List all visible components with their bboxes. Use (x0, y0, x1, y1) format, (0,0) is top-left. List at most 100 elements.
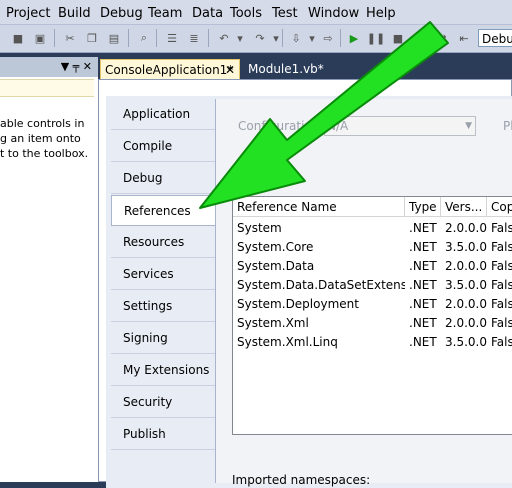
menu-test[interactable]: Test (272, 6, 298, 21)
toolbar-separator (54, 29, 55, 47)
reference-version-cell: 2.0.0.0 (445, 259, 487, 273)
solution-configuration-select[interactable]: Debug (478, 29, 512, 47)
sidebar-item-references[interactable]: References (111, 195, 215, 226)
sidebar-item-security[interactable]: Security (111, 387, 215, 418)
column-header-type[interactable]: Type (405, 197, 441, 217)
toolbar-separator (128, 29, 129, 47)
menu-project[interactable]: Project (6, 6, 50, 21)
toolbar-separator (208, 29, 209, 47)
reference-type-cell: .NET (409, 278, 437, 292)
close-icon[interactable]: ✕ (225, 60, 235, 80)
column-header-version[interactable]: Vers... (441, 197, 487, 217)
sidebar-item-publish[interactable]: Publish (111, 419, 215, 450)
reference-name-cell: System.Core (237, 240, 314, 254)
reference-type-cell: .NET (409, 335, 437, 349)
references-page: Configuration: N/A ▼ Pl Reference Name T… (215, 99, 512, 487)
toolbox-header: ▼ ╤ ✕ (0, 57, 98, 77)
reference-copy-cell: Fals (491, 278, 512, 292)
reference-version-cell: 2.0.0.0 (445, 316, 487, 330)
navigate-dropdown-icon[interactable]: ▾ (304, 31, 320, 45)
find-icon[interactable]: ⌕ (136, 31, 152, 45)
reference-name-cell: System (237, 221, 282, 235)
toolbox-help-text: able controls in g an item onto t to the… (0, 117, 89, 160)
sidebar-item-compile[interactable]: Compile (111, 131, 215, 162)
chevron-down-icon: ▼ (465, 121, 472, 131)
reference-type-cell: .NET (409, 240, 437, 254)
menu-team[interactable]: Team (148, 6, 182, 21)
references-list[interactable]: Reference Name Type Vers... Cop System .… (232, 196, 512, 435)
sidebar-item-signing[interactable]: Signing (111, 323, 215, 354)
sidebar-item-services[interactable]: Services (111, 259, 215, 290)
reference-name-cell: System.Data (237, 259, 315, 273)
reference-version-cell: 3.5.0.0 (445, 335, 487, 349)
project-designer: Application Compile Debug References Res… (98, 79, 512, 488)
reference-name-cell: System.Xml (237, 316, 309, 330)
undo-icon[interactable]: ↶ (216, 31, 232, 45)
pin-icon[interactable]: ▼ ╤ ✕ (61, 60, 92, 73)
sidebar-item-debug[interactable]: Debug (111, 163, 215, 194)
menu-bar: Project Build Debug Team Data Tools Test… (0, 0, 512, 25)
reference-copy-cell: Fals (491, 316, 512, 330)
save-all-icon[interactable]: ▣ (32, 31, 48, 45)
configuration-label: Configuration: (238, 119, 324, 133)
column-header-reference-name[interactable]: Reference Name (233, 197, 405, 217)
reference-type-cell: .NET (409, 297, 437, 311)
reference-type-cell: .NET (409, 316, 437, 330)
reference-version-cell: 2.0.0.0 (445, 297, 487, 311)
toolbox-window: ▼ ╤ ✕ able controls in g an item onto t … (0, 57, 98, 482)
menu-debug[interactable]: Debug (100, 6, 143, 21)
designer-side-nav: Application Compile Debug References Res… (111, 99, 215, 479)
reference-copy-cell: Fals (491, 221, 512, 235)
menu-help[interactable]: Help (366, 6, 396, 21)
reference-copy-cell: Fals (491, 240, 512, 254)
start-debugging-icon[interactable]: ▶ (346, 31, 362, 45)
toolbar-separator (340, 29, 341, 47)
configuration-select[interactable]: N/A ▼ (324, 116, 476, 136)
reference-name-cell: System.Xml.Linq (237, 335, 338, 349)
stop-icon[interactable]: ■ (390, 31, 406, 45)
document-tab-strip: ConsoleApplication1* ✕ Module1.vb* (98, 57, 512, 79)
tab-label: ConsoleApplication1* (105, 63, 234, 77)
toolbar-separator (156, 29, 157, 47)
menu-tools[interactable]: Tools (230, 6, 262, 21)
menu-build[interactable]: Build (58, 6, 91, 21)
undo-dropdown-icon[interactable]: ▾ (232, 31, 248, 45)
navigate-icon[interactable]: ⇩ (288, 31, 304, 45)
save-icon[interactable]: ■ (10, 31, 26, 45)
tab-console-application[interactable]: ConsoleApplication1* ✕ (100, 59, 240, 79)
step-over-icon[interactable]: ⇄ (434, 31, 450, 45)
reference-version-cell: 2.0.0.0 (445, 221, 487, 235)
uncomment-icon[interactable]: ≣ (186, 31, 202, 45)
copy-icon[interactable]: ❐ (84, 31, 100, 45)
comment-icon[interactable]: ☰ (164, 31, 180, 45)
reference-name-cell: System.Data.DataSetExtensions (237, 278, 405, 292)
standard-toolbar: ■ ▣ ✂ ❐ ▤ ⌕ ☰ ≣ ↶ ▾ ↷ ▾ ⇩ ▾ ⇨ ▶ ❚❚ ■ ⇥ ⇄… (0, 25, 512, 53)
cut-icon[interactable]: ✂ (62, 31, 78, 45)
reference-version-cell: 3.5.0.0 (445, 240, 487, 254)
reference-type-cell: .NET (409, 259, 437, 273)
sidebar-item-settings[interactable]: Settings (111, 291, 215, 322)
navigate-forward-icon[interactable]: ⇨ (320, 31, 336, 45)
menu-window[interactable]: Window (308, 6, 359, 21)
pause-icon[interactable]: ❚❚ (367, 31, 385, 45)
imported-namespaces-label: Imported namespaces: (232, 473, 371, 487)
toolbox-info-bar (0, 79, 94, 97)
tab-module1[interactable]: Module1.vb* (244, 59, 342, 79)
toolbar-separator (282, 29, 283, 47)
column-header-copy-local[interactable]: Cop (487, 197, 512, 217)
sidebar-item-resources[interactable]: Resources (111, 227, 215, 258)
step-out-icon[interactable]: ⇤ (456, 31, 472, 45)
step-into-icon[interactable]: ⇥ (412, 31, 428, 45)
reference-copy-cell: Fals (491, 259, 512, 273)
tab-label: Module1.vb* (248, 62, 324, 76)
reference-copy-cell: Fals (491, 335, 512, 349)
paste-icon[interactable]: ▤ (106, 31, 122, 45)
sidebar-item-my-extensions[interactable]: My Extensions (111, 355, 215, 386)
menu-data[interactable]: Data (192, 6, 223, 21)
reference-type-cell: .NET (409, 221, 437, 235)
redo-icon[interactable]: ↷ (252, 31, 268, 45)
reference-copy-cell: Fals (491, 297, 512, 311)
sidebar-item-application[interactable]: Application (111, 99, 215, 130)
configuration-value: N/A (327, 119, 349, 133)
platform-label: Pl (503, 119, 512, 133)
